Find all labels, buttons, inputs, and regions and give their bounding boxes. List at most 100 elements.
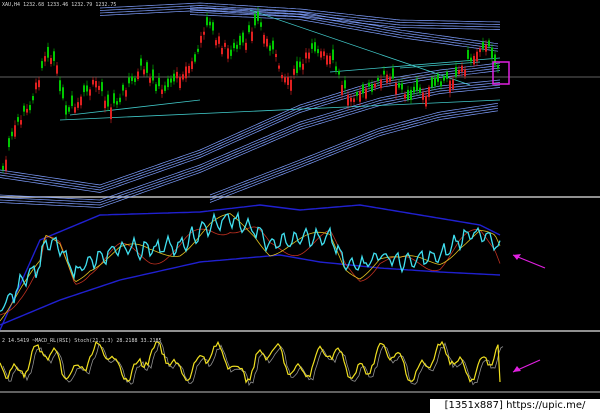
candle-body xyxy=(329,55,331,65)
candle-body xyxy=(164,85,166,91)
candle-body xyxy=(452,79,454,90)
candle-body xyxy=(437,74,439,82)
trading-chart[interactable] xyxy=(0,0,600,413)
candle-body xyxy=(410,89,412,101)
candle-body xyxy=(221,48,223,55)
candle-body xyxy=(488,40,490,47)
candle-body xyxy=(80,96,82,106)
candle-body xyxy=(140,58,142,66)
candle-body xyxy=(296,61,298,73)
candle-body xyxy=(374,83,376,88)
candle-body xyxy=(257,11,259,21)
candle-body xyxy=(71,95,73,107)
candle-body xyxy=(128,77,130,84)
candle-body xyxy=(26,108,28,113)
candle-body xyxy=(122,84,124,91)
candle-body xyxy=(428,86,430,98)
candle-body xyxy=(41,61,43,69)
candle-body xyxy=(143,69,145,75)
candle-body xyxy=(419,87,421,93)
candle-body xyxy=(443,76,445,81)
candle-body xyxy=(407,89,409,100)
candle-body xyxy=(260,22,262,27)
candle-body xyxy=(467,49,469,59)
candle-body xyxy=(119,97,121,103)
candle-body xyxy=(299,61,301,68)
candle-body xyxy=(449,80,451,93)
candle-body xyxy=(137,71,139,80)
candle-body xyxy=(173,73,175,82)
candle-body xyxy=(14,125,16,137)
candle-body xyxy=(50,58,52,64)
candle-body xyxy=(56,65,58,74)
candle-body xyxy=(473,55,475,65)
candle-body xyxy=(401,83,403,90)
candle-body xyxy=(212,22,214,31)
candle-body xyxy=(281,74,283,79)
candle-body xyxy=(284,77,286,83)
candle-body xyxy=(152,69,154,81)
candle-body xyxy=(389,77,391,82)
candle-body xyxy=(341,85,343,96)
candle-body xyxy=(314,42,316,52)
candle-body xyxy=(494,54,496,65)
candle-body xyxy=(44,56,46,62)
candle-body xyxy=(89,89,91,96)
candle-body xyxy=(344,80,346,89)
candle-body xyxy=(425,95,427,107)
candle-body xyxy=(242,32,244,43)
candle-body xyxy=(161,89,163,94)
candle-body xyxy=(47,46,49,58)
candle-body xyxy=(392,68,394,79)
candle-body xyxy=(353,98,355,102)
candle-body xyxy=(269,45,271,51)
candle-body xyxy=(104,100,106,109)
candle-body xyxy=(176,71,178,79)
candle-body xyxy=(266,38,268,47)
candle-body xyxy=(101,82,103,92)
candle-body xyxy=(461,65,463,72)
candle-body xyxy=(116,101,118,105)
candle-body xyxy=(107,94,109,107)
candle-body xyxy=(398,82,400,88)
candle-body xyxy=(446,71,448,79)
candle-body xyxy=(497,65,499,69)
candle-body xyxy=(167,78,169,88)
candle-body xyxy=(338,70,340,75)
candle-body xyxy=(416,79,418,91)
candle-body xyxy=(8,138,10,148)
candle-body xyxy=(368,82,370,87)
candle-body xyxy=(53,51,55,61)
candle-body xyxy=(458,70,460,74)
candle-body xyxy=(293,68,295,75)
candle-body xyxy=(197,48,199,52)
candle-body xyxy=(209,21,211,26)
candle-body xyxy=(224,42,226,47)
candle-body xyxy=(146,62,148,73)
candle-body xyxy=(35,82,37,90)
candle-body xyxy=(287,76,289,85)
candle-body xyxy=(272,40,274,50)
candle-body xyxy=(74,107,76,113)
candle-body xyxy=(434,77,436,86)
candle-body xyxy=(311,43,313,49)
candle-body xyxy=(365,88,367,99)
candle-body xyxy=(245,42,247,50)
candle-body xyxy=(68,107,70,112)
candle-body xyxy=(380,79,382,89)
candle-body xyxy=(113,93,115,104)
candle-body xyxy=(491,47,493,58)
candle-body xyxy=(239,35,241,46)
candle-body xyxy=(20,120,22,125)
candle-body xyxy=(335,66,337,71)
candle-body xyxy=(134,78,136,82)
candle-body xyxy=(290,79,292,91)
candle-body xyxy=(302,63,304,70)
candle-body xyxy=(263,34,265,44)
candle-body xyxy=(371,84,373,92)
candle-body xyxy=(230,49,232,56)
candle-body xyxy=(182,74,184,80)
candle-body xyxy=(38,80,40,88)
candle-body xyxy=(317,49,319,54)
candle-body xyxy=(188,66,190,74)
